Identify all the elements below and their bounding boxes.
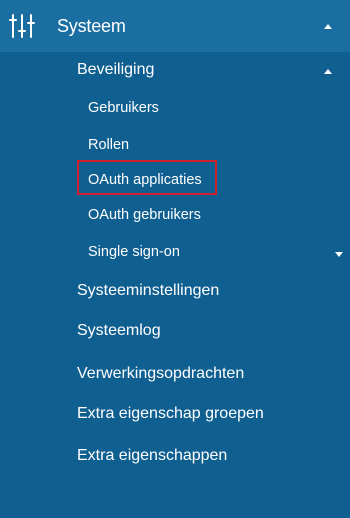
- menu-item-extra-eigenschap-groepen[interactable]: Extra eigenschap groepen: [77, 405, 264, 423]
- menu-item-verwerkingsopdrachten[interactable]: Verwerkingsopdrachten: [77, 365, 244, 383]
- sliders-icon: [9, 13, 35, 39]
- menu-item-single-sign-on[interactable]: Single sign-on: [88, 244, 180, 260]
- menu-item-systeeminstellingen[interactable]: Systeeminstellingen: [77, 282, 219, 300]
- menu-item-oauth-applicaties[interactable]: OAuth applicaties: [88, 172, 202, 188]
- security-submenu-header[interactable]: Beveiliging: [77, 61, 154, 79]
- system-menu-header[interactable]: Systeem: [0, 0, 350, 52]
- system-menu-label: Systeem: [57, 16, 126, 36]
- menu-item-gebruikers[interactable]: Gebruikers: [88, 100, 159, 116]
- expand-single-sign-on-icon[interactable]: [335, 252, 343, 257]
- collapse-security-icon[interactable]: [324, 69, 332, 74]
- menu-item-oauth-gebruikers[interactable]: OAuth gebruikers: [88, 207, 201, 223]
- menu-item-rollen[interactable]: Rollen: [88, 137, 129, 153]
- menu-item-systeemlog[interactable]: Systeemlog: [77, 322, 161, 340]
- menu-item-extra-eigenschappen[interactable]: Extra eigenschappen: [77, 447, 227, 465]
- collapse-system-icon[interactable]: [324, 24, 332, 29]
